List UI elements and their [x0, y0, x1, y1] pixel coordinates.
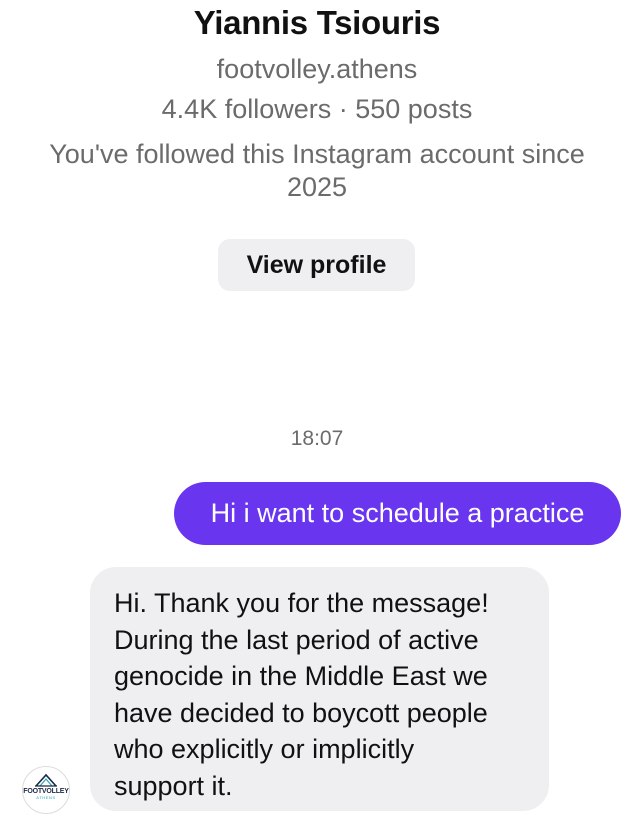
incoming-message-line: support it. — [114, 770, 233, 801]
profile-name: Yiannis Tsiouris — [193, 4, 441, 41]
avatar-logo-text: FOOTVOLLEY — [23, 788, 69, 795]
followed-since-line-2: 2025 — [286, 172, 348, 202]
incoming-message-line: who explicitly or implicitly — [114, 734, 415, 764]
footvolley-athens-logo-icon — [35, 773, 57, 787]
incoming-message-line: genocide in the Middle East we — [114, 661, 488, 691]
followed-since-line-1: You've followed this Instagram account s… — [49, 139, 585, 169]
outgoing-message-bubble[interactable]: Hi i want to schedule a practice — [174, 482, 621, 545]
profile-username: footvolley.athens — [216, 54, 418, 84]
view-profile-button[interactable]: View profile — [218, 239, 415, 291]
profile-stats: 4.4K followers · 550 posts — [161, 94, 473, 124]
incoming-message-line: Hi. Thank you for the message! — [114, 588, 489, 618]
incoming-message-line: During the last period of active — [114, 624, 479, 655]
message-timestamp: 18:07 — [290, 427, 344, 450]
followed-since-text: You've followed this Instagram account s… — [12, 138, 622, 204]
incoming-message-line: have decided to boycott people — [114, 697, 488, 728]
avatar-logo-subtext: ATHENS — [36, 795, 56, 800]
outgoing-message-text: Hi i want to schedule a practice — [210, 498, 585, 528]
incoming-message-bubble[interactable]: Hi. Thank you for the message! During th… — [90, 567, 549, 811]
chat-screen: Yiannis Tsiouris footvolley.athens 4.4K … — [0, 0, 634, 818]
sender-avatar[interactable]: FOOTVOLLEY ATHENS — [22, 766, 70, 814]
